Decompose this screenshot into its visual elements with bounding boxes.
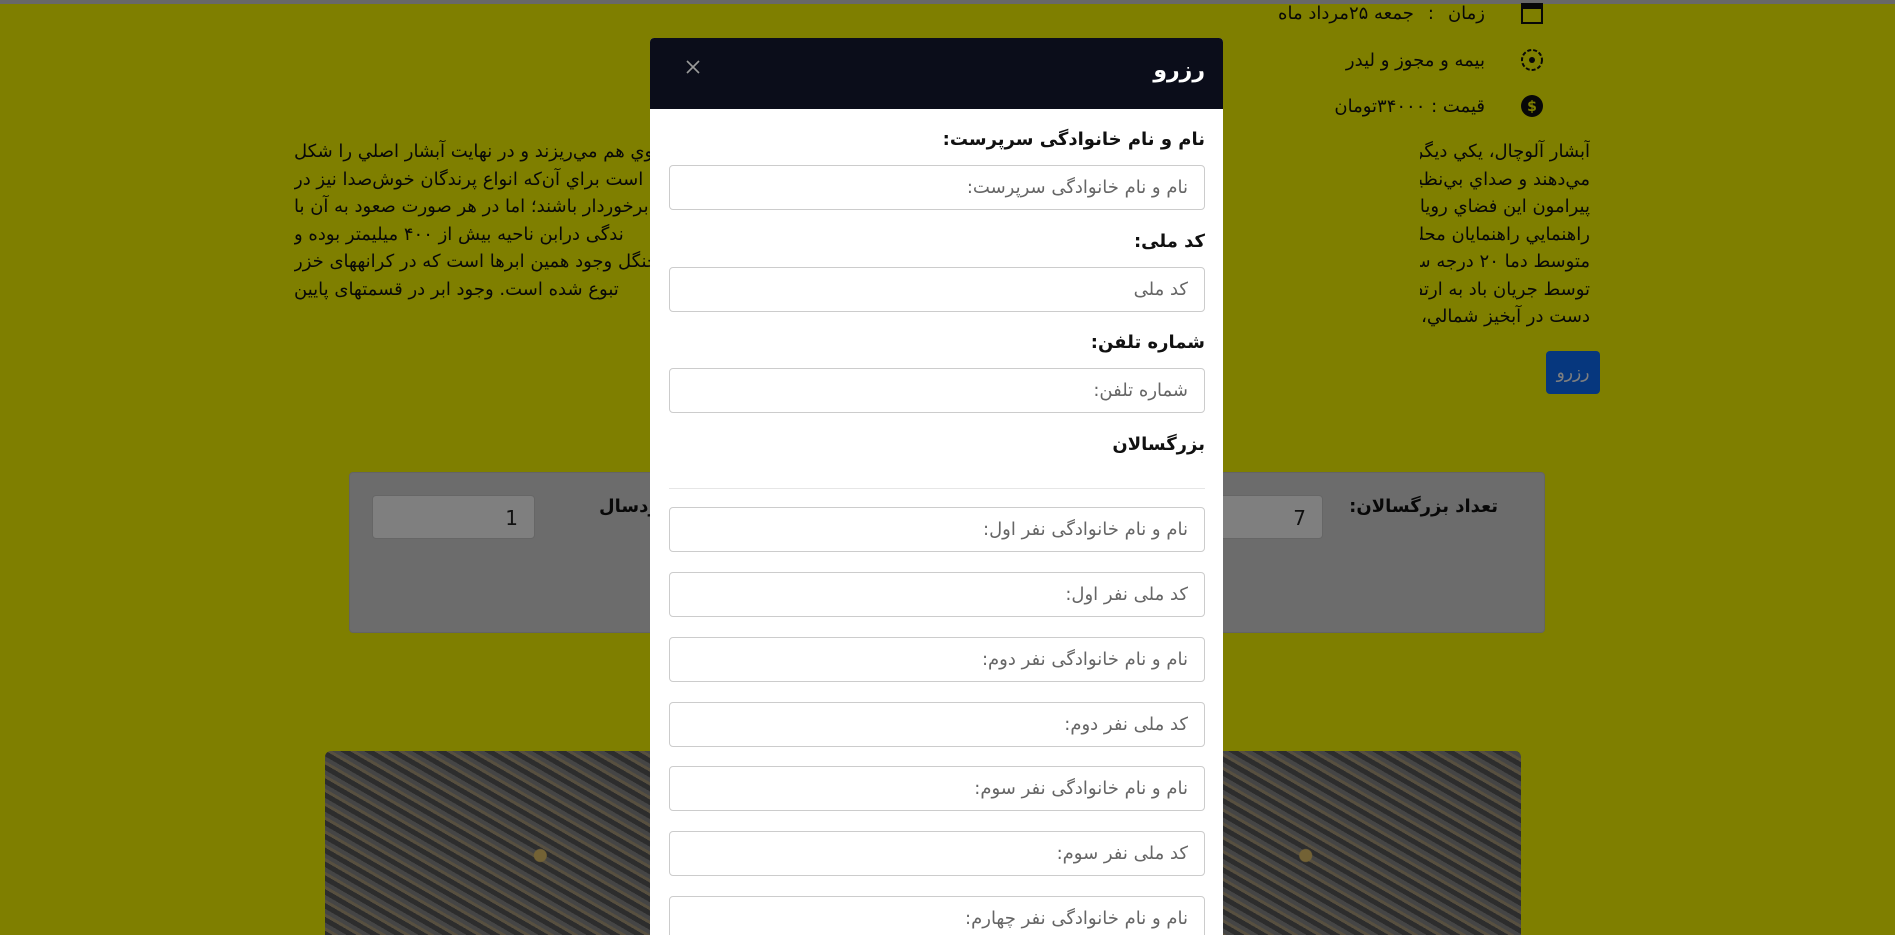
national-id-input[interactable]	[669, 267, 1205, 312]
head-name-label: نام و نام خانوادگی سرپرست:	[942, 129, 1205, 150]
person3-id-input[interactable]	[669, 831, 1205, 876]
phone-input[interactable]	[669, 368, 1205, 413]
person1-name-input[interactable]	[669, 507, 1205, 552]
section-divider	[669, 488, 1205, 489]
modal-header: رزرو	[650, 38, 1223, 109]
adults-section-title: بزرگسالان	[1112, 434, 1205, 455]
close-icon[interactable]	[684, 58, 702, 76]
person1-id-input[interactable]	[669, 572, 1205, 617]
person2-name-input[interactable]	[669, 637, 1205, 682]
head-name-input[interactable]	[669, 165, 1205, 210]
national-id-label: کد ملی:	[1133, 231, 1205, 252]
person3-name-input[interactable]	[669, 766, 1205, 811]
modal-title: رزرو	[1153, 58, 1205, 83]
person2-id-input[interactable]	[669, 702, 1205, 747]
reservation-modal: رزرو نام و نام خانوادگی سرپرست: کد ملی: …	[650, 38, 1223, 935]
person4-name-input[interactable]	[669, 896, 1205, 935]
phone-label: شماره تلفن:	[1090, 332, 1205, 353]
